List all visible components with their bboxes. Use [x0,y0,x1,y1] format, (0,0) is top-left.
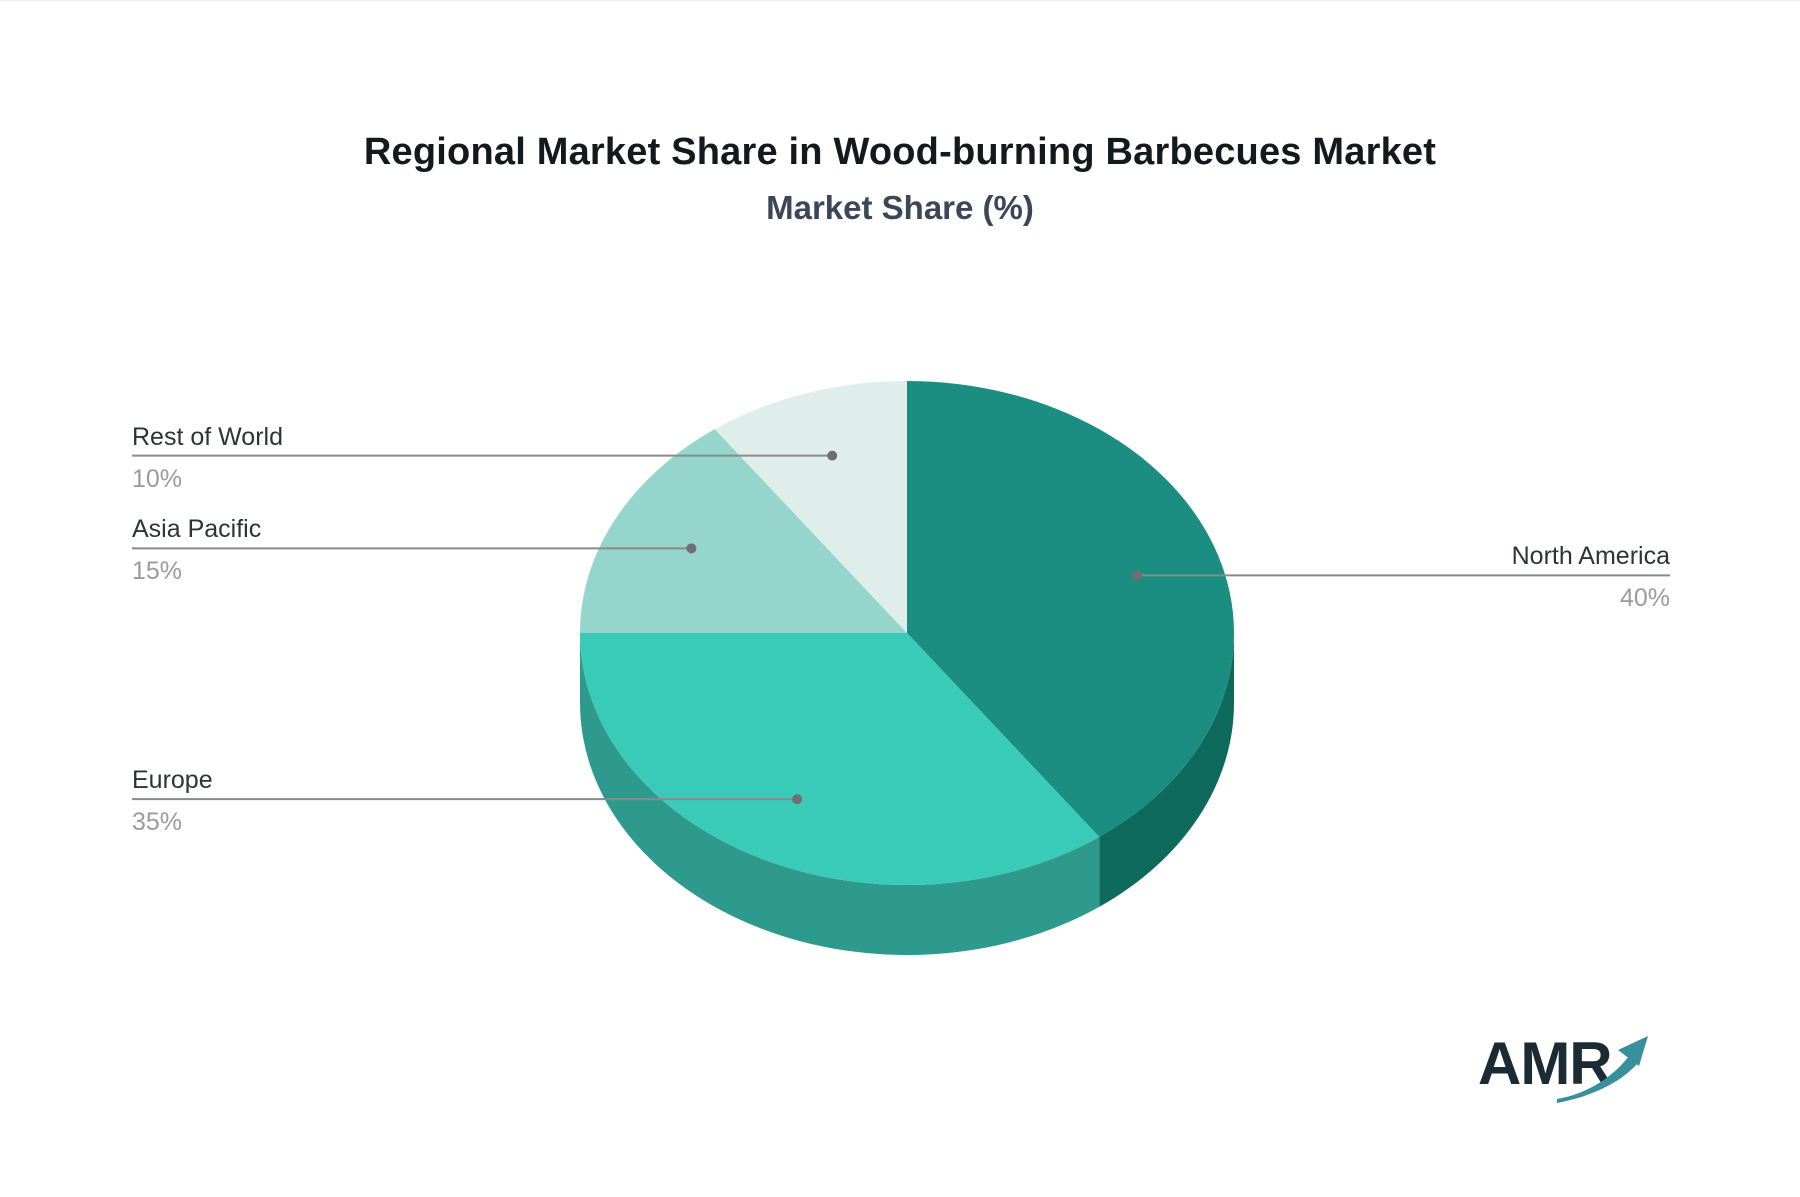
leader-dot-north-america [1132,570,1143,581]
leader-dot-asia-pacific [686,543,697,554]
amr-logo: AMR [1478,1029,1678,1119]
pie-chart [132,381,1670,955]
leader-dot-europe [792,794,803,805]
chart-canvas: Regional Market Share in Wood-burning Ba… [0,0,1800,1197]
amr-logo-arrow-icon [1557,1036,1648,1103]
leader-dot-rest-of-world [827,450,838,461]
